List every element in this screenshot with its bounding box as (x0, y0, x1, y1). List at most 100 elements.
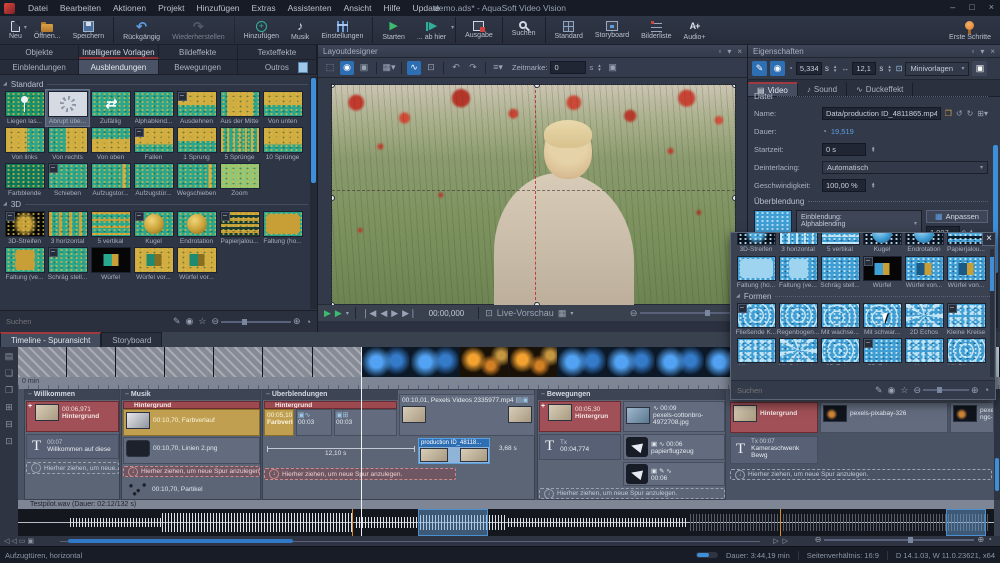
frame2-icon[interactable]: ⊟ (5, 419, 13, 430)
menu-item[interactable]: Hinzufügen (191, 0, 246, 16)
section-header-3d[interactable]: 3D (3, 198, 308, 210)
popup-transition-item[interactable]: Mit Schnecke (777, 337, 819, 365)
skip-end-icon[interactable]: ▶❘ (402, 308, 416, 319)
toolbar-button[interactable]: Speichern (67, 17, 115, 43)
popup-transition-item[interactable]: Würfel (861, 255, 903, 290)
erste-schritte-button[interactable]: Erste Schritte (943, 17, 997, 43)
toolbar-button[interactable]: Wiederherstellen (166, 17, 235, 43)
minimize-icon[interactable]: – (950, 0, 955, 15)
deinterlacing-dropdown[interactable]: Automatisch (822, 161, 988, 174)
filmstrip-frame[interactable] (165, 347, 214, 377)
float-icon[interactable]: ▫ (971, 47, 974, 56)
menu-item[interactable]: Bearbeiten (54, 0, 107, 16)
toolbox-search-input[interactable] (6, 317, 168, 326)
zoom-in-icon[interactable]: ⊕ (971, 385, 979, 396)
skip-start-icon[interactable]: ◁ (4, 537, 9, 545)
clip-hintergrund[interactable]: + 00:06,971Hintergrund (26, 401, 119, 432)
toolbox-main-tab[interactable]: Texteffekte (238, 45, 317, 59)
preset-dropdown[interactable]: Minivorlagen (905, 62, 969, 76)
popup-transition-item[interactable]: Regenbogen... (777, 302, 819, 337)
preview-mode-label[interactable]: Live-Vorschau (497, 308, 554, 318)
popup-transition-item[interactable]: Würfel von... (903, 255, 945, 290)
play-from-icon[interactable]: ▶ (335, 308, 342, 319)
popup-zoom-slider[interactable] (923, 389, 969, 391)
transition-item[interactable]: Fallen (132, 126, 175, 162)
clip-ngc[interactable]: pexels-ngc-ko (950, 402, 994, 433)
zoom-out-icon[interactable]: ⊖ (913, 385, 921, 396)
layers2-icon[interactable]: ❐ (5, 385, 13, 396)
toolbar-button[interactable]: Neu (3, 17, 28, 43)
popup-transition-item[interactable]: Fließende K... (735, 302, 777, 337)
toolbar-button[interactable]: Starten (376, 17, 411, 43)
popup-scrollbar[interactable] (990, 249, 994, 377)
audio-selection[interactable] (418, 509, 488, 536)
step-back-icon[interactable]: ◀ (380, 308, 387, 319)
drop-zone[interactable]: Hierher ziehen, um neue Spur anzulegen. (264, 468, 456, 480)
toolbox-sub-tab[interactable]: Bewegungen (159, 60, 238, 74)
zoom-slider[interactable] (221, 321, 291, 323)
section-header-standard[interactable]: Standard (3, 78, 308, 90)
transition-item[interactable]: 5 vertikal (89, 210, 132, 246)
chapter-title[interactable]: Willkommen (25, 390, 119, 400)
filmstrip-frame[interactable] (558, 347, 607, 377)
copy-icon[interactable]: ❐ (945, 109, 952, 118)
panel-close-icon[interactable]: × (737, 47, 742, 56)
toolbox-main-tab[interactable]: Bildeffekte (159, 45, 238, 59)
transition-item[interactable]: Von oben (89, 126, 132, 162)
image-tool-icon[interactable]: ▣ (357, 61, 371, 75)
toolbar-button[interactable]: Audio+ (678, 17, 712, 43)
toolbox-main-tab[interactable]: Intelligente Vorlagen (79, 45, 158, 59)
track-options-icon[interactable]: ▤ (5, 351, 14, 362)
filmstrip-frame[interactable] (656, 347, 705, 377)
transition-item[interactable]: Von links (3, 126, 46, 162)
popup-transition-item[interactable]: 5 vertikal (819, 233, 861, 255)
transition-item[interactable]: Faltung (ho... (261, 210, 304, 246)
menu-item[interactable]: Projekt (152, 0, 190, 16)
transition-item[interactable]: Wegschieben (175, 162, 218, 198)
clip-pixabay[interactable]: pexels-pixabay-326 (820, 402, 948, 433)
transition-item[interactable]: Von rechts (46, 126, 89, 162)
transition-item[interactable]: Von unten (261, 90, 304, 126)
toolbar-button[interactable]: Einstellungen (315, 17, 373, 43)
toolbar-button[interactable]: Suchen (506, 17, 546, 43)
popup-transition-item[interactable]: 2D Echos (903, 302, 945, 337)
selection-handle[interactable] (332, 302, 335, 305)
popup-transition-item[interactable]: Kleine Kreise (945, 302, 987, 337)
clip-short[interactable]: ▣∿00:03 (296, 409, 332, 436)
toolbar-button[interactable]: ... ab hier (411, 17, 456, 43)
panel-close-icon[interactable]: × (990, 47, 995, 56)
clip-text-willkommen[interactable]: T 00:07Willkommen auf diese (26, 434, 119, 459)
transition-item[interactable]: Zoom (218, 162, 261, 198)
pin-icon[interactable]: ▾ (980, 47, 984, 56)
clip-text-kameraschwenk[interactable]: T Tx 00:07Kameraschwenk Bewg (730, 436, 818, 464)
zeitmarke-input[interactable] (550, 61, 586, 74)
clip-papierflugzeug[interactable]: ▣ ∿ 00:06papierflugzeug (623, 434, 725, 460)
transition-item[interactable]: Papierjalou... (218, 210, 261, 246)
toolbar-button[interactable]: Ausgabe (459, 17, 503, 43)
clip-linien[interactable]: 00:10,70, Linien 2.png (123, 437, 260, 464)
toolbar-button[interactable]: Standard (549, 17, 589, 43)
chapter-title[interactable]: Musik (122, 390, 260, 400)
popup-transition-item[interactable]: Schräg stell... (819, 255, 861, 290)
selection-handle[interactable] (534, 302, 540, 305)
dauer-value[interactable]: 19,519 (831, 127, 854, 136)
anpassen-button[interactable]: Anpassen (926, 210, 988, 223)
layer-list-icon[interactable]: ≡▾ (491, 61, 505, 75)
frame3-icon[interactable]: ⊡ (5, 436, 13, 447)
eye-icon[interactable]: ◉ (888, 385, 896, 396)
popup-transition-item[interactable]: Papierjalou... (945, 233, 987, 255)
clip-short[interactable]: ▣⊞00:03 (334, 409, 397, 436)
clip-cottonbro[interactable]: ∿ 00:09pexels-cottonbro-4972708.jpg (623, 401, 725, 432)
play2-icon[interactable]: ▷ (783, 537, 788, 545)
popup-transition-item[interactable]: Mit schwar... (861, 302, 903, 337)
skip-start-icon[interactable]: ❘◀ (362, 308, 376, 319)
transition-item[interactable]: 3D-Streifen (3, 210, 46, 246)
preview-mode-arrow-icon[interactable]: ▾ (570, 310, 573, 317)
toolbox-corner-icon[interactable] (298, 62, 308, 73)
zoom-out-icon[interactable]: ⊖ (815, 535, 822, 544)
startzeit-input[interactable] (822, 143, 866, 156)
clip-hintergrund[interactable]: Hintergrund (730, 402, 818, 433)
maximize-icon[interactable]: □ (969, 0, 974, 15)
transition-item[interactable]: Würfel vor... (175, 246, 218, 282)
transition-item[interactable]: 10 Sprünge (261, 126, 304, 162)
